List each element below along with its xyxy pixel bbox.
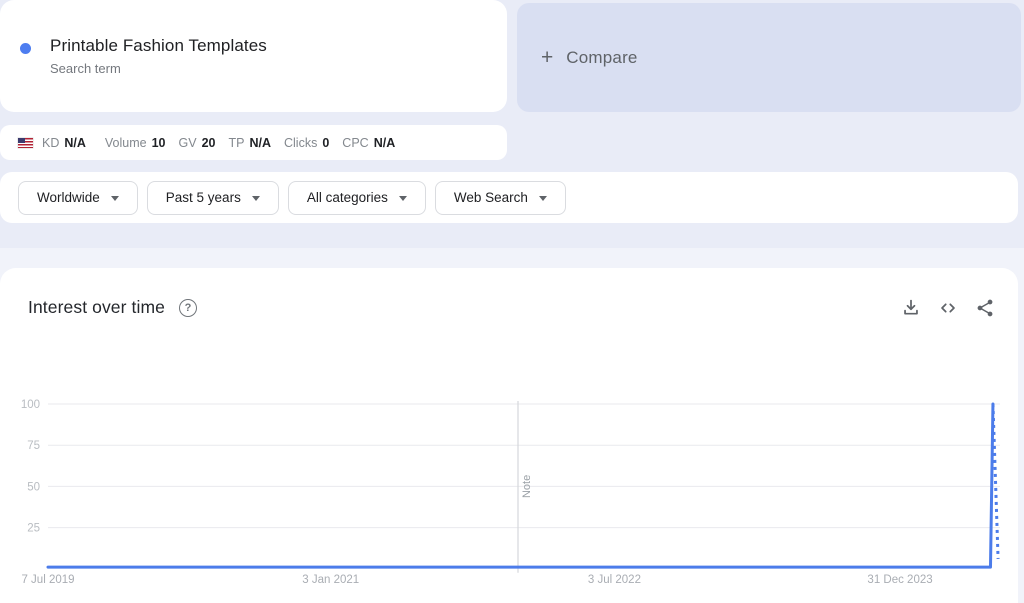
filter-search-type-dropdown[interactable]: Web Search <box>435 181 566 215</box>
search-term-card[interactable]: Printable Fashion Templates Search term <box>0 0 507 112</box>
keyword-metrics-bar: KD N/A Volume 10 GV 20 TP N/A Clicks 0 C… <box>0 125 507 160</box>
download-icon[interactable] <box>900 297 922 319</box>
metric-value: 10 <box>152 136 166 150</box>
search-term-type-label: Search term <box>50 61 121 76</box>
metric-value: N/A <box>374 136 396 150</box>
metric-label: CPC <box>342 136 368 150</box>
metric-kd: KD N/A <box>42 136 86 150</box>
filter-region-label: Worldwide <box>37 190 100 205</box>
chevron-down-icon <box>111 196 119 201</box>
us-flag-icon <box>18 138 33 148</box>
svg-text:3 Jan 2021: 3 Jan 2021 <box>302 574 359 586</box>
metric-label: Clicks <box>284 136 317 150</box>
chart-section-header: Interest over time ? <box>28 297 197 318</box>
metric-label: TP <box>228 136 244 150</box>
svg-text:25: 25 <box>27 523 40 535</box>
metric-gv: GV 20 <box>179 136 216 150</box>
svg-text:31 Dec 2023: 31 Dec 2023 <box>867 574 932 586</box>
search-term-title: Printable Fashion Templates <box>50 36 267 56</box>
help-icon[interactable]: ? <box>179 299 197 317</box>
metric-clicks: Clicks 0 <box>284 136 329 150</box>
svg-text:50: 50 <box>27 481 40 493</box>
compare-add-card[interactable]: + Compare <box>517 3 1021 112</box>
metric-label: GV <box>179 136 197 150</box>
filter-category-label: All categories <box>307 190 388 205</box>
metric-label: KD <box>42 136 59 150</box>
metric-tp: TP N/A <box>228 136 271 150</box>
metric-value: 20 <box>202 136 216 150</box>
metric-value: N/A <box>64 136 86 150</box>
svg-text:3 Jul 2022: 3 Jul 2022 <box>588 574 641 586</box>
filter-region-dropdown[interactable]: Worldwide <box>18 181 138 215</box>
series-color-dot-icon <box>20 43 31 54</box>
chart-toolbar <box>900 297 996 319</box>
filter-bar: Worldwide Past 5 years All categories We… <box>0 172 1018 223</box>
metric-value: 0 <box>322 136 329 150</box>
filter-category-dropdown[interactable]: All categories <box>288 181 426 215</box>
compare-label: Compare <box>566 48 637 68</box>
svg-text:7 Jul 2019: 7 Jul 2019 <box>21 574 74 586</box>
chevron-down-icon <box>539 196 547 201</box>
svg-text:100: 100 <box>21 399 40 411</box>
metric-label: Volume <box>105 136 147 150</box>
svg-text:Note: Note <box>521 475 533 498</box>
svg-text:75: 75 <box>27 440 40 452</box>
chart-title: Interest over time <box>28 297 165 318</box>
chevron-down-icon <box>252 196 260 201</box>
chevron-down-icon <box>399 196 407 201</box>
metric-cpc: CPC N/A <box>342 136 395 150</box>
embed-code-icon[interactable] <box>937 297 959 319</box>
share-icon[interactable] <box>974 297 996 319</box>
interest-over-time-chart[interactable]: 25 50 75 100 Note 7 Jul 2019 3 Jan 2021 3 Jul 2… <box>0 396 1018 596</box>
metric-value: N/A <box>249 136 271 150</box>
plus-icon: + <box>541 47 553 68</box>
filter-time-range-label: Past 5 years <box>166 190 241 205</box>
filter-time-range-dropdown[interactable]: Past 5 years <box>147 181 279 215</box>
metric-volume: Volume 10 <box>105 136 166 150</box>
filter-search-type-label: Web Search <box>454 190 528 205</box>
